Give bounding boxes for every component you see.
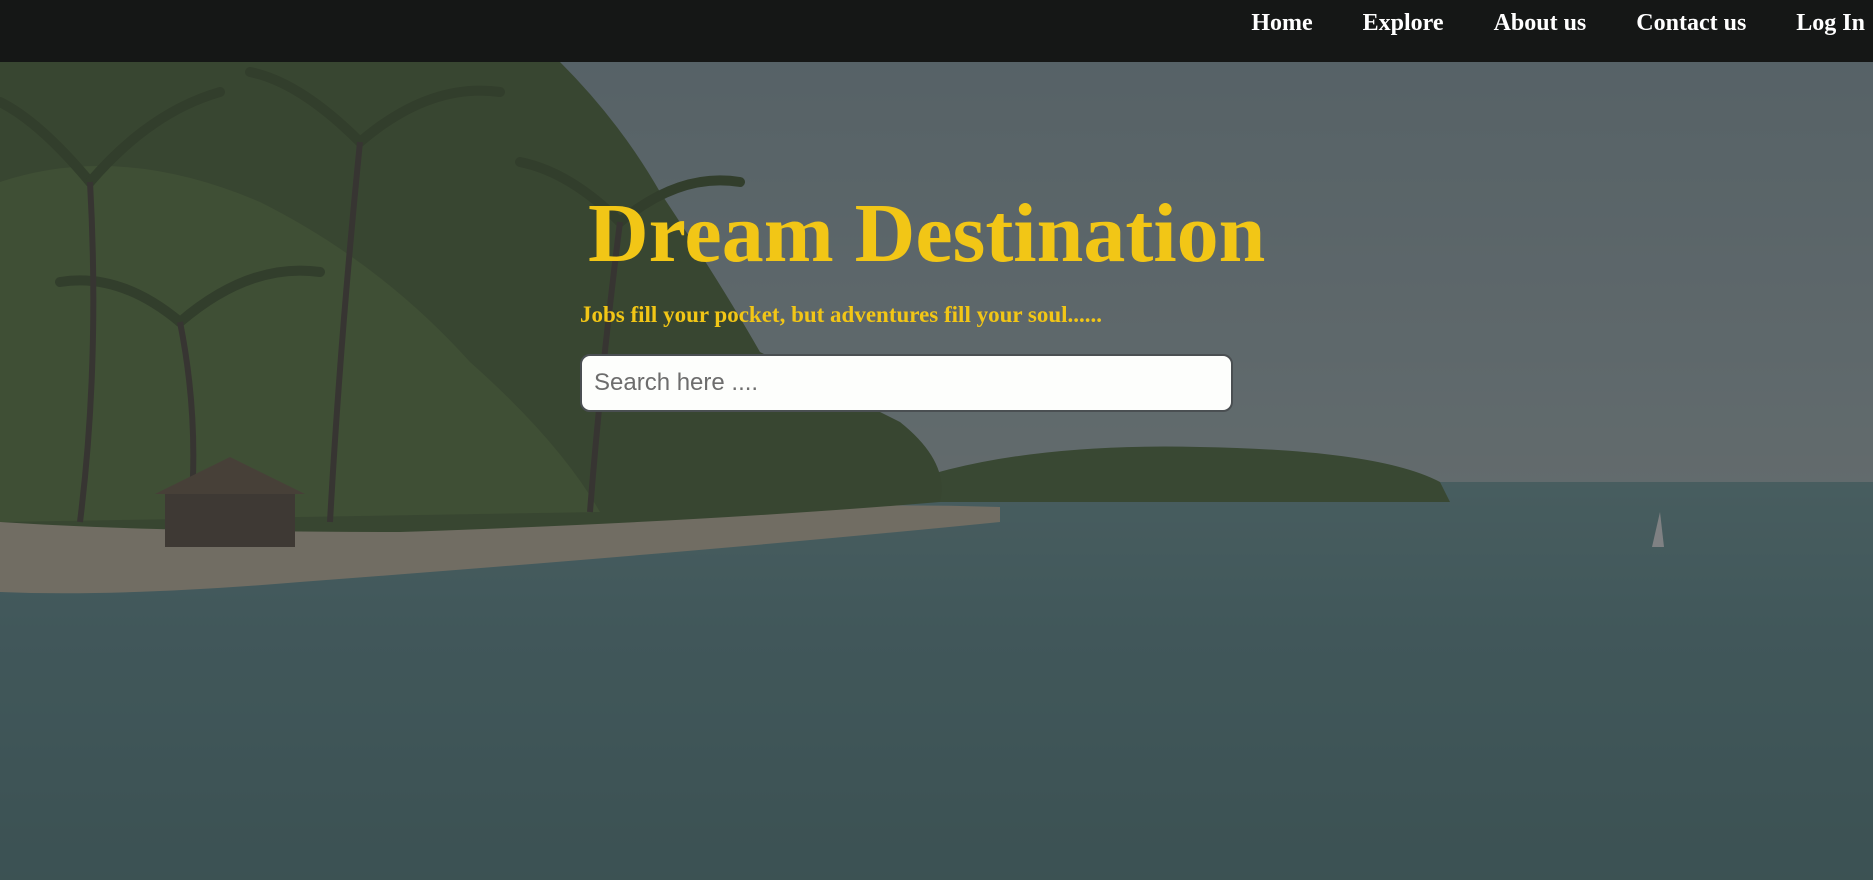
nav-login-link[interactable]: Log In: [1796, 10, 1865, 37]
hero-content: Dream Destination Jobs fill your pocket,…: [0, 62, 1873, 880]
nav-explore-link[interactable]: Explore: [1363, 10, 1444, 37]
hero-subtitle: Jobs fill your pocket, but adventures fi…: [580, 302, 1103, 327]
nav-contact-link[interactable]: Contact us: [1636, 10, 1746, 37]
hero-title: Dream Destination: [588, 187, 1266, 280]
nav-links: Home Explore About us Contact us Log In: [1251, 0, 1865, 47]
navbar: Home Explore About us Contact us Log In: [0, 0, 1873, 62]
nav-home-link[interactable]: Home: [1251, 10, 1312, 37]
nav-about-link[interactable]: About us: [1494, 10, 1587, 37]
hero-section: Dream Destination Jobs fill your pocket,…: [0, 62, 1873, 880]
search-input[interactable]: [580, 354, 1233, 412]
